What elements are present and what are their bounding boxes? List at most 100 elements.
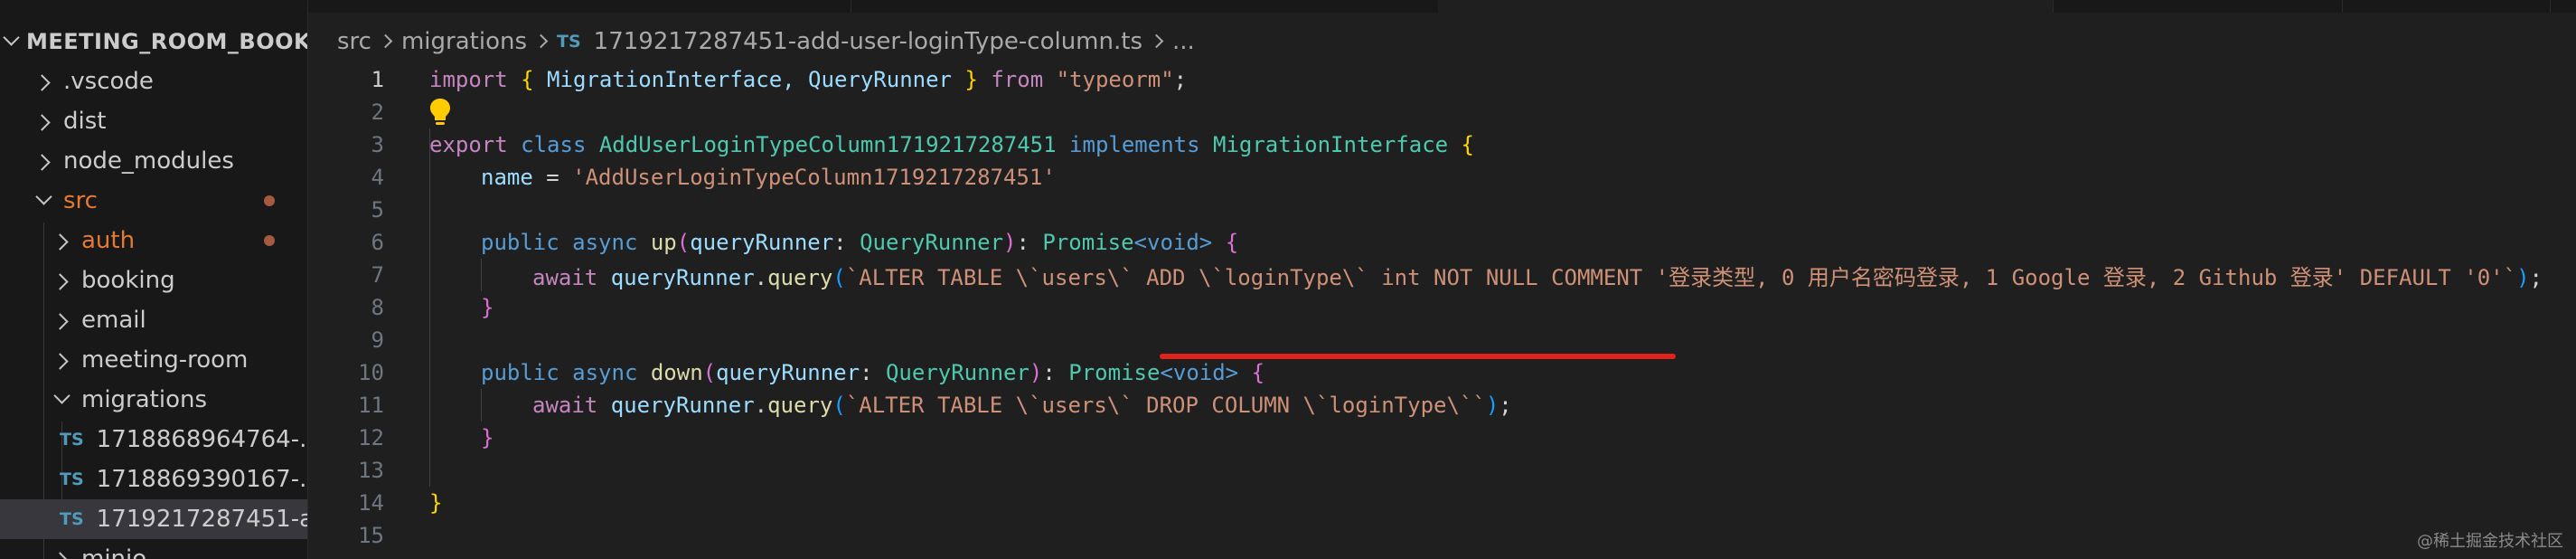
- chevron-right-icon: [31, 108, 56, 135]
- tree-item-vscode[interactable]: .vscode: [0, 62, 307, 101]
- typescript-file-icon: TS: [60, 430, 84, 450]
- chevron-right-icon: [536, 28, 546, 55]
- bracket: ): [1003, 230, 1017, 255]
- string-literal: 'AddUserLoginTypeColumn1719217287451': [572, 165, 1056, 190]
- parameter: queryRunner: [690, 230, 834, 255]
- bracket: {: [1225, 230, 1239, 255]
- breadcrumb-file[interactable]: 1719217287451-add-user-loginType-column.…: [594, 28, 1142, 55]
- tree-item-src[interactable]: src: [0, 181, 307, 221]
- tree-item-email[interactable]: email: [0, 300, 307, 340]
- line-number: 15: [358, 523, 384, 548]
- line-number: 9: [371, 327, 384, 353]
- code-line: 3 export class AddUserLoginTypeColumn171…: [308, 128, 2576, 161]
- chevron-right-icon: [31, 147, 56, 175]
- bracket: ): [1029, 360, 1043, 385]
- keyword: implements: [1069, 132, 1200, 157]
- identifier: MigrationInterface, QueryRunner: [533, 67, 965, 92]
- tree-item-label: migrations: [81, 386, 208, 413]
- function-name: up: [650, 230, 677, 255]
- tree-item-node-modules[interactable]: node_modules: [0, 141, 307, 181]
- keyword: export: [429, 132, 508, 157]
- typescript-file-icon: TS: [60, 469, 84, 489]
- chevron-right-icon: [31, 68, 56, 95]
- watermark: @稀土掘金技术社区: [2417, 532, 2563, 551]
- keyword: import: [429, 67, 508, 92]
- keyword: public: [481, 230, 559, 255]
- explorer-root-label: MEETING_ROOM_BOOKI...: [26, 29, 307, 54]
- string-literal: "typeorm": [1056, 67, 1174, 92]
- keyword: public: [481, 360, 559, 385]
- chevron-down-icon: [31, 187, 56, 214]
- modified-indicator-dot: [264, 235, 275, 246]
- type-name: Promise: [1042, 230, 1134, 255]
- breadcrumb-item[interactable]: migrations: [401, 28, 527, 55]
- line-number: 3: [371, 132, 384, 157]
- typescript-file-icon: TS: [557, 32, 581, 52]
- tree-item-label: 1718868964764-...: [96, 426, 308, 453]
- bracket: }: [429, 490, 443, 516]
- line-number: 11: [358, 393, 384, 418]
- chevron-right-icon: [49, 545, 74, 559]
- tree-item-label: email: [81, 307, 146, 334]
- tree-item-dist[interactable]: dist: [0, 101, 307, 141]
- explorer-sidebar: MEETING_ROOM_BOOKI... .vscode dist node_…: [0, 0, 308, 559]
- identifier: queryRunner: [610, 393, 755, 418]
- keyword: async: [572, 360, 638, 385]
- code-line: 13: [308, 454, 2576, 487]
- explorer-root-folder[interactable]: MEETING_ROOM_BOOKI...: [0, 20, 307, 63]
- code-line: 15: [308, 519, 2576, 552]
- generic-type: <void>: [1133, 230, 1213, 255]
- bracket: }: [964, 67, 978, 92]
- chevron-right-icon: [49, 227, 74, 254]
- breadcrumb-more[interactable]: ...: [1172, 28, 1195, 55]
- chevron-right-icon: [1152, 28, 1161, 55]
- bracket: (: [702, 360, 717, 385]
- tree-item-migration-file-selected[interactable]: TS 1719217287451-a...: [0, 499, 307, 539]
- code-line: 1 import { MigrationInterface, QueryRunn…: [308, 63, 2576, 96]
- code-line: 9: [308, 324, 2576, 356]
- code-editor[interactable]: 1 import { MigrationInterface, QueryRunn…: [308, 63, 2576, 559]
- editor-tab[interactable]: [2053, 0, 2343, 13]
- tree-item-booking[interactable]: booking: [0, 261, 307, 300]
- tree-item-label: 1719217287451-a...: [96, 506, 307, 533]
- line-number: 1: [371, 67, 384, 92]
- tree-item-meeting-room[interactable]: meeting-room: [0, 340, 307, 380]
- tree-item-migrations[interactable]: migrations: [0, 380, 307, 420]
- string-literal: `ALTER TABLE \`users\` ADD \`loginType\`…: [845, 264, 2517, 290]
- breadcrumb: src migrations TS 1719217287451-add-user…: [308, 20, 1195, 63]
- parameter: queryRunner: [716, 360, 860, 385]
- punctuation: :: [1042, 360, 1069, 385]
- editor-tab[interactable]: [308, 0, 851, 13]
- tree-item-label: 1718869390167-...: [96, 466, 308, 493]
- punctuation: ;: [1499, 393, 1512, 418]
- tree-item-minio[interactable]: minio: [0, 539, 307, 559]
- punctuation: .: [754, 393, 768, 418]
- interface-name: MigrationInterface: [1213, 132, 1449, 157]
- editor-tab-strip: [308, 0, 2576, 13]
- code-text: import { MigrationInterface, QueryRunner…: [429, 67, 1187, 92]
- code-text: }: [429, 490, 442, 516]
- tree-item-migration-file[interactable]: TS 1718869390167-...: [0, 460, 307, 499]
- keyword: from: [991, 67, 1044, 92]
- code-line: 12 }: [308, 422, 2576, 454]
- code-text: name = 'AddUserLoginTypeColumn1719217287…: [481, 165, 1056, 190]
- line-number: 12: [358, 425, 384, 450]
- editor-tab[interactable]: [851, 0, 1439, 13]
- function-name: down: [650, 360, 703, 385]
- punctuation: :: [1016, 230, 1043, 255]
- tree-item-label: meeting-room: [81, 346, 249, 374]
- tree-item-auth[interactable]: auth: [0, 221, 307, 261]
- editor-tab[interactable]: [2342, 0, 2551, 13]
- editor-tab-active[interactable]: [1438, 0, 2054, 13]
- type-name: Promise: [1068, 360, 1161, 385]
- function-name: query: [767, 393, 833, 418]
- chevron-right-icon: [49, 346, 74, 374]
- tree-item-migration-file[interactable]: TS 1718868964764-...: [0, 420, 307, 460]
- line-number: 5: [371, 197, 384, 223]
- class-name: AddUserLoginTypeColumn1719217287451: [598, 132, 1057, 157]
- code-line: 10 public async down(queryRunner: QueryR…: [308, 356, 2576, 389]
- code-line: 8 }: [308, 291, 2576, 324]
- keyword: await: [532, 393, 598, 418]
- line-number: 13: [358, 458, 384, 483]
- breadcrumb-item[interactable]: src: [337, 28, 371, 55]
